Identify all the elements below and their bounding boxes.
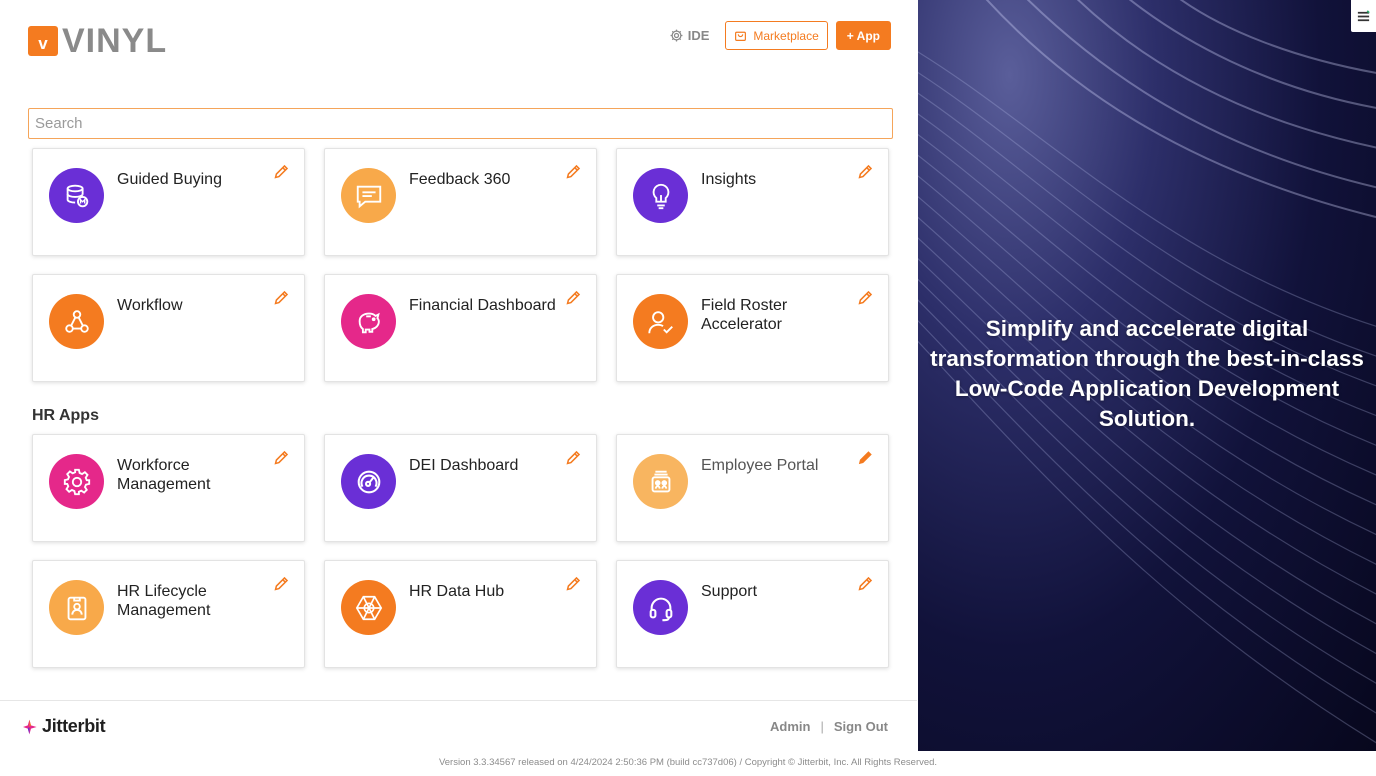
workflow-icon xyxy=(49,294,104,349)
edit-icon[interactable] xyxy=(857,449,874,466)
app-card-insights[interactable]: Insights xyxy=(616,148,889,256)
app-card-hr-lifecycle-management[interactable]: HR Lifecycle Management xyxy=(32,560,305,668)
chat-icon xyxy=(341,168,396,223)
app-title: Employee Portal xyxy=(701,457,819,474)
edit-icon[interactable] xyxy=(565,575,582,592)
lightbulb-icon xyxy=(633,168,688,223)
edit-icon[interactable] xyxy=(273,575,290,592)
database-icon xyxy=(49,168,104,223)
footer-links: Admin | Sign Out xyxy=(770,719,888,734)
app-title: Insights xyxy=(701,171,757,188)
gear-icon xyxy=(49,454,104,509)
jitterbit-logo[interactable]: Jitterbit xyxy=(23,716,106,737)
menu-toggle-button[interactable] xyxy=(1351,0,1376,32)
edit-icon[interactable] xyxy=(565,289,582,306)
gear-icon xyxy=(670,29,683,42)
edit-icon[interactable] xyxy=(857,163,874,180)
app-card-guided-buying[interactable]: Guided Buying xyxy=(32,148,305,256)
edit-icon[interactable] xyxy=(857,575,874,592)
marketplace-button[interactable]: Marketplace xyxy=(725,21,828,50)
badge-icon xyxy=(49,580,104,635)
edit-icon[interactable] xyxy=(273,163,290,180)
footer-separator: | xyxy=(820,719,824,734)
logo-wordmark: VINYL xyxy=(62,22,168,60)
version-text: Version 3.3.34567 released on 4/24/2024 … xyxy=(438,757,938,768)
headset-icon xyxy=(633,580,688,635)
app-card-hr-data-hub[interactable]: HR Data Hub xyxy=(324,560,597,668)
app-title: DEI Dashboard xyxy=(409,457,519,474)
edit-icon[interactable] xyxy=(273,449,290,466)
app-title: Guided Buying xyxy=(117,171,222,188)
app-title: HR Lifecycle Management xyxy=(117,583,211,619)
app-card-workforce-management[interactable]: Workforce Management xyxy=(32,434,305,542)
shopping-bag-icon xyxy=(735,31,747,41)
ide-label: IDE xyxy=(687,28,710,43)
edit-icon[interactable] xyxy=(857,289,874,306)
app-title: Support xyxy=(701,583,758,600)
add-app-button[interactable]: + App xyxy=(835,21,891,50)
app-card-feedback-360[interactable]: Feedback 360 xyxy=(324,148,597,256)
edit-icon[interactable] xyxy=(273,289,290,306)
footer-divider xyxy=(0,700,917,701)
search-input[interactable] xyxy=(28,108,893,139)
app-card-support[interactable]: Support xyxy=(616,560,889,668)
app-title: Financial Dashboard xyxy=(409,297,556,314)
gauge-icon xyxy=(341,454,396,509)
top-toolbar: IDE Marketplace + App xyxy=(661,21,891,50)
logo-badge: v xyxy=(28,26,58,56)
jitterbit-star-icon xyxy=(23,719,37,734)
app-card-field-roster-accelerator[interactable]: Field Roster Accelerator xyxy=(616,274,889,382)
jitterbit-wordmark: Jitterbit xyxy=(42,716,106,736)
portal-icon xyxy=(633,454,688,509)
ide-button[interactable]: IDE xyxy=(661,21,718,50)
marketplace-label: Marketplace xyxy=(753,28,819,43)
vinyl-logo[interactable]: v VINYL xyxy=(28,22,168,60)
sign-out-link[interactable]: Sign Out xyxy=(834,719,888,734)
app-title: Field Roster Accelerator xyxy=(701,297,788,333)
hub-icon xyxy=(341,580,396,635)
main-panel: v VINYL IDE Marketplace + App Search Gui… xyxy=(0,0,917,700)
admin-link[interactable]: Admin xyxy=(770,719,810,734)
hero-tagline: Simplify and accelerate digital transfor… xyxy=(930,316,1364,431)
app-title: Workforce Management xyxy=(117,457,211,493)
hamburger-icon xyxy=(1357,9,1370,21)
piggy-bank-icon xyxy=(341,294,396,349)
edit-icon[interactable] xyxy=(565,163,582,180)
app-card-workflow[interactable]: Workflow xyxy=(32,274,305,382)
app-card-financial-dashboard[interactable]: Financial Dashboard xyxy=(324,274,597,382)
app-title: Feedback 360 xyxy=(409,171,511,188)
app-title: Workflow xyxy=(117,297,183,314)
hr-apps-heading: HR Apps xyxy=(32,407,99,424)
hero-panel: Simplify and accelerate digital transfor… xyxy=(918,0,1376,751)
app-card-employee-portal[interactable]: Employee Portal xyxy=(616,434,889,542)
app-card-dei-dashboard[interactable]: DEI Dashboard xyxy=(324,434,597,542)
app-title: HR Data Hub xyxy=(409,583,505,600)
user-check-icon xyxy=(633,294,688,349)
edit-icon[interactable] xyxy=(565,449,582,466)
